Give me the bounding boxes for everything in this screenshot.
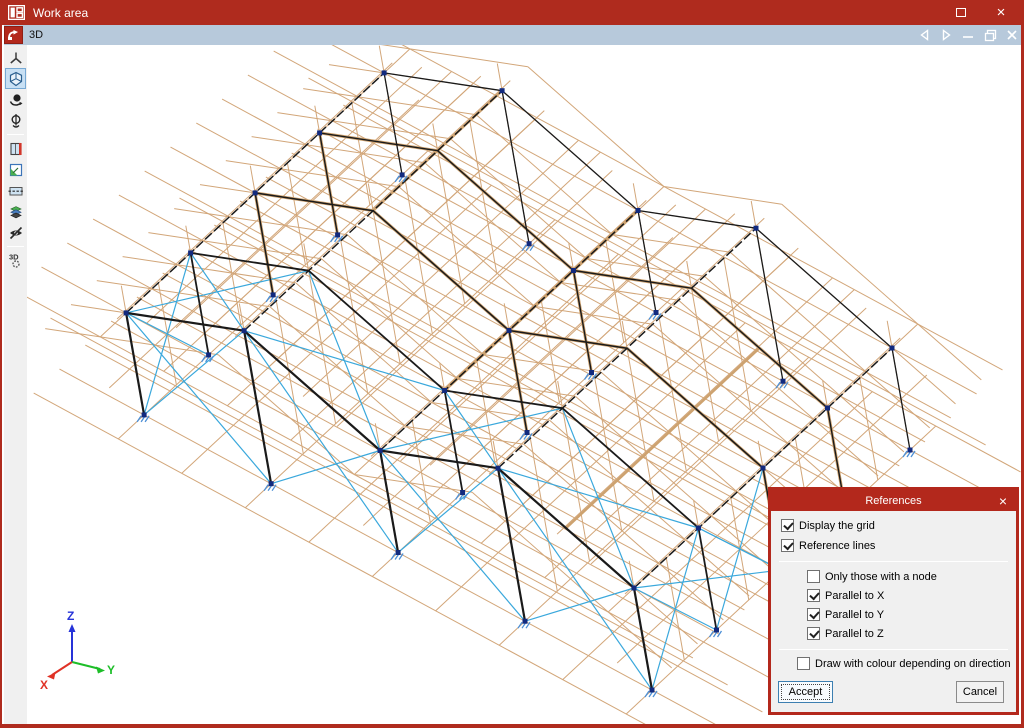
subwindow-bar[interactable]: 3D — [4, 25, 1023, 45]
redraw-window-icon — [8, 141, 24, 157]
references-dialog-title: References — [771, 495, 990, 507]
references-dialog-titlebar[interactable]: References × — [771, 490, 1016, 511]
app-icon — [8, 5, 25, 20]
checkbox-draw-with-colour[interactable]: Draw with colour depending on direction — [797, 656, 1011, 671]
checkbox-box — [807, 589, 820, 602]
zoom-region-icon — [8, 162, 24, 178]
toolbar-separator — [7, 134, 24, 135]
subwindow-title: 3D — [29, 29, 43, 41]
zoom-region-button[interactable] — [5, 159, 26, 180]
nav-next-button[interactable] — [935, 25, 957, 45]
references-close-button[interactable]: × — [990, 493, 1016, 509]
maximize-icon — [956, 8, 966, 17]
view-3d-cube-icon — [8, 71, 24, 87]
checkbox-box — [807, 608, 820, 621]
bar-node-tool-button[interactable] — [5, 47, 26, 68]
checkbox-box — [807, 627, 820, 640]
orbit-view-icon — [8, 92, 24, 108]
settings-3d-icon: 3D — [7, 252, 24, 269]
section-plane-icon — [8, 183, 24, 199]
svg-text:X: X — [40, 678, 48, 692]
checkbox-box — [781, 519, 794, 532]
redraw-window-button[interactable] — [5, 138, 26, 159]
layers-button[interactable] — [5, 201, 26, 222]
checkbox-display-the-grid[interactable]: Display the grid — [781, 518, 875, 533]
settings-3d-button[interactable]: 3D — [5, 250, 26, 271]
app-window: Work area × 3D — [0, 0, 1024, 728]
svg-text:Y: Y — [107, 663, 115, 677]
rotate-model-button[interactable] — [5, 110, 26, 131]
nav-previous-button[interactable] — [913, 25, 935, 45]
subwindow-menu-icon[interactable] — [4, 26, 23, 44]
svg-text:Z: Z — [67, 609, 74, 623]
restore-subwindow-button[interactable] — [979, 25, 1001, 45]
title-bar[interactable]: Work area × — [2, 0, 1021, 25]
hide-elements-button[interactable] — [5, 222, 26, 243]
accept-button[interactable]: Accept — [778, 681, 833, 703]
checkbox-box — [797, 657, 810, 670]
checkbox-box — [781, 539, 794, 552]
svg-text:3D: 3D — [9, 253, 19, 262]
checkbox-parallel-to-y[interactable]: Parallel to Y — [807, 607, 884, 622]
orbit-view-button[interactable] — [5, 89, 26, 110]
toolbar-separator — [7, 246, 24, 247]
maximize-button[interactable] — [941, 0, 981, 25]
view-3d-cube-button[interactable] — [5, 68, 26, 89]
references-dialog: References × Display the grid Reference … — [768, 487, 1019, 715]
minimize-subwindow-button[interactable] — [957, 25, 979, 45]
close-icon: × — [997, 5, 1006, 20]
checkbox-parallel-to-x[interactable]: Parallel to X — [807, 588, 884, 603]
rotate-model-icon — [8, 113, 24, 129]
layers-icon — [8, 204, 24, 220]
dialog-separator — [779, 649, 1008, 650]
left-toolbar: 3D — [4, 45, 27, 724]
dialog-separator — [779, 561, 1008, 562]
window-title: Work area — [33, 6, 941, 20]
checkbox-reference-lines[interactable]: Reference lines — [781, 538, 875, 553]
checkbox-box — [807, 570, 820, 583]
checkbox-parallel-to-z[interactable]: Parallel to Z — [807, 626, 884, 641]
hide-elements-icon — [8, 225, 24, 241]
close-subwindow-button[interactable] — [1001, 25, 1023, 45]
cancel-button[interactable]: Cancel — [956, 681, 1004, 703]
section-plane-button[interactable] — [5, 180, 26, 201]
close-button[interactable]: × — [981, 0, 1021, 25]
checkbox-only-those-with-a-node[interactable]: Only those with a node — [807, 569, 937, 584]
bar-node-tool-icon — [8, 50, 24, 66]
